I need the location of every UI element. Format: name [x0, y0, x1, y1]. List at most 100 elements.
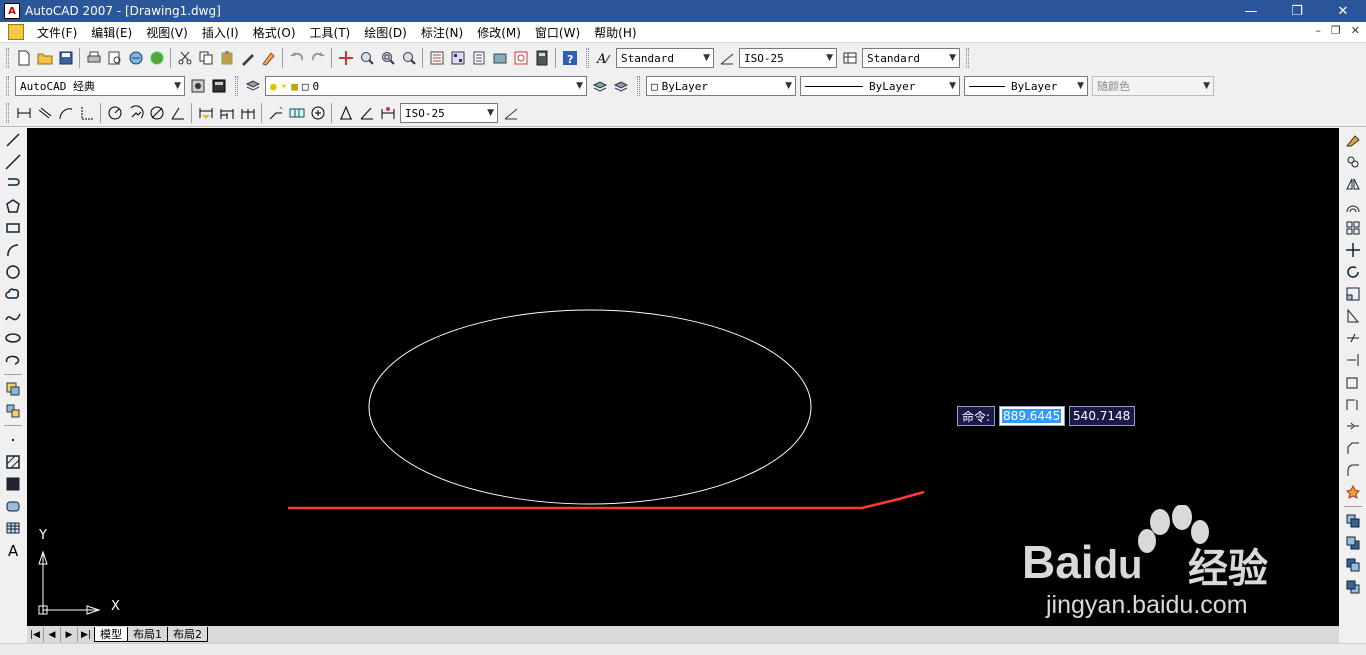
ellipse-icon[interactable] [2, 327, 24, 349]
paste-icon[interactable] [216, 48, 237, 69]
zoom-realtime-icon[interactable] [356, 48, 377, 69]
tab-last-button[interactable]: ▶| [78, 627, 95, 642]
match-properties-icon[interactable] [237, 48, 258, 69]
insert-block-icon[interactable] [2, 378, 24, 400]
plot-style-select[interactable]: 随颜色 ▼ [1092, 76, 1214, 96]
stretch-icon[interactable] [1342, 305, 1364, 327]
table-style-select[interactable]: Standard ▼ [862, 48, 960, 68]
send-to-back-icon[interactable] [1342, 532, 1364, 554]
pan-icon[interactable] [335, 48, 356, 69]
arc-icon[interactable] [2, 239, 24, 261]
quick-dimension-icon[interactable] [195, 103, 216, 124]
copy-clip-icon[interactable] [195, 48, 216, 69]
menu-dimension[interactable]: 标注(N) [414, 24, 470, 41]
move-icon[interactable] [1342, 239, 1364, 261]
ordinate-dimension-icon[interactable] [76, 103, 97, 124]
coordinate-x-input[interactable]: 889.6445 [999, 406, 1066, 426]
dimension-style-manager-icon[interactable] [500, 103, 521, 124]
toolbar-grip[interactable] [637, 76, 640, 96]
array-icon[interactable] [1342, 217, 1364, 239]
explode-icon[interactable] [1342, 481, 1364, 503]
toolbar-grip[interactable] [235, 76, 238, 96]
ellipse-arc-icon[interactable] [2, 349, 24, 371]
multiline-text-icon[interactable]: A [2, 539, 24, 561]
dimension-update-icon[interactable] [377, 103, 398, 124]
circle-icon[interactable] [2, 261, 24, 283]
workspace-select[interactable]: AutoCAD 经典 ▼ [15, 76, 185, 96]
menu-help[interactable]: 帮助(H) [587, 24, 643, 41]
gradient-icon[interactable] [2, 473, 24, 495]
scale-icon[interactable] [1342, 283, 1364, 305]
publish-icon[interactable] [125, 48, 146, 69]
break-at-point-icon[interactable] [1342, 371, 1364, 393]
trim-icon[interactable] [1342, 327, 1364, 349]
toolbar-grip[interactable] [966, 48, 969, 68]
break-icon[interactable] [1342, 393, 1364, 415]
lineweight-select[interactable]: ByLayer ▼ [964, 76, 1088, 96]
autocad-app-icon[interactable]: A [4, 3, 20, 19]
menu-view[interactable]: 视图(V) [139, 24, 195, 41]
polyline-entity[interactable] [288, 490, 925, 510]
send-under-icon[interactable] [1342, 576, 1364, 598]
fillet-icon[interactable] [1342, 459, 1364, 481]
close-button[interactable]: ✕ [1320, 0, 1366, 22]
make-object-layer-current-icon[interactable] [589, 76, 610, 97]
tab-first-button[interactable]: |◀ [27, 627, 44, 642]
maximize-button[interactable]: ❐ [1274, 0, 1320, 22]
tolerance-icon[interactable] [286, 103, 307, 124]
menu-modify[interactable]: 修改(M) [470, 24, 528, 41]
menu-edit[interactable]: 编辑(E) [84, 24, 139, 41]
jogged-dimension-icon[interactable] [125, 103, 146, 124]
plot-icon[interactable] [83, 48, 104, 69]
region-icon[interactable] [2, 495, 24, 517]
help-icon[interactable]: ? [559, 48, 580, 69]
linetype-select[interactable]: ByLayer ▼ [800, 76, 960, 96]
toolbar-grip[interactable] [586, 48, 589, 68]
plot-preview-icon[interactable] [104, 48, 125, 69]
extend-icon[interactable] [1342, 349, 1364, 371]
3d-dwf-icon[interactable] [146, 48, 167, 69]
quick-leader-icon[interactable] [265, 103, 286, 124]
zoom-previous-icon[interactable] [398, 48, 419, 69]
copy-icon[interactable] [1342, 151, 1364, 173]
text-style-icon[interactable]: A [593, 48, 614, 69]
diameter-dimension-icon[interactable] [146, 103, 167, 124]
block-editor-icon[interactable] [258, 48, 279, 69]
save-icon[interactable] [55, 48, 76, 69]
mirror-icon[interactable] [1342, 173, 1364, 195]
menu-tools[interactable]: 工具(T) [303, 24, 358, 41]
menu-window[interactable]: 窗口(W) [528, 24, 587, 41]
make-block-icon[interactable] [2, 400, 24, 422]
join-icon[interactable] [1342, 415, 1364, 437]
rectangle-icon[interactable] [2, 217, 24, 239]
toolbar-grip[interactable] [6, 76, 9, 96]
chamfer-icon[interactable] [1342, 437, 1364, 459]
table-style-icon[interactable] [839, 48, 860, 69]
design-center-icon[interactable] [447, 48, 468, 69]
hatch-icon[interactable] [2, 451, 24, 473]
aligned-dimension-icon[interactable] [34, 103, 55, 124]
layer-select[interactable]: ● ☀ ■ □ 0 ▼ [265, 76, 587, 96]
dimension-text-edit-icon[interactable] [356, 103, 377, 124]
point-icon[interactable] [2, 429, 24, 451]
mdi-minimize-button[interactable]: – [1315, 24, 1321, 37]
toolbar-grip[interactable] [6, 103, 9, 123]
layer-manager-icon[interactable] [242, 76, 263, 97]
tab-layout2[interactable]: 布局2 [167, 627, 208, 642]
menu-draw[interactable]: 绘图(D) [357, 24, 414, 41]
dim-style-select[interactable]: ISO-25 ▼ [739, 48, 837, 68]
construction-line-icon[interactable] [2, 151, 24, 173]
coordinate-y-input[interactable]: 540.7148 [1069, 406, 1136, 426]
bring-to-front-icon[interactable] [1342, 510, 1364, 532]
undo-icon[interactable] [286, 48, 307, 69]
angular-dimension-icon[interactable] [167, 103, 188, 124]
tab-layout1[interactable]: 布局1 [127, 627, 168, 642]
sheet-set-manager-icon[interactable] [489, 48, 510, 69]
dimension-edit-icon[interactable] [335, 103, 356, 124]
center-mark-icon[interactable] [307, 103, 328, 124]
tab-next-button[interactable]: ▶ [61, 627, 78, 642]
layer-previous-icon[interactable] [610, 76, 631, 97]
document-icon[interactable] [8, 24, 24, 40]
properties-icon[interactable] [426, 48, 447, 69]
toolbar-grip[interactable] [6, 48, 9, 68]
